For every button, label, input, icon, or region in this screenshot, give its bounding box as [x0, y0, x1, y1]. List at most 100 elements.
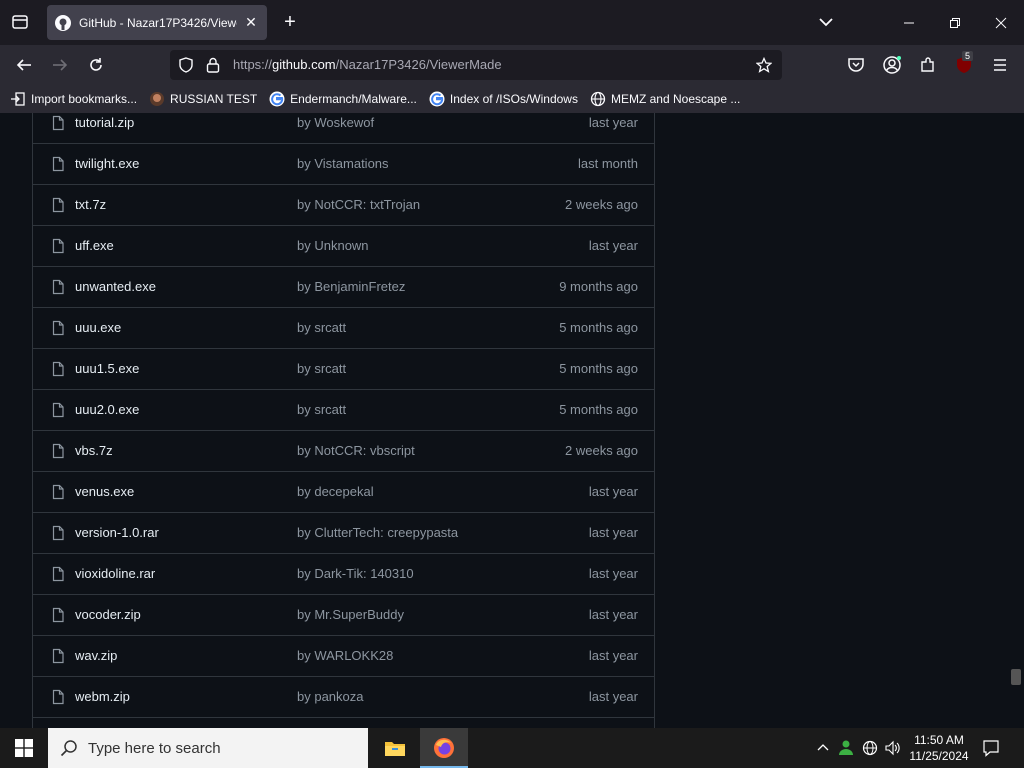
bookmark-memz[interactable]: MEMZ and Noescape ... — [590, 91, 740, 107]
forward-arrow-icon — [53, 59, 68, 71]
file-row[interactable]: wav.zip by WARLOKK28 last year — [33, 636, 654, 677]
file-row[interactable]: vioxidoline.rar by Dark-Tik: 140310 last y… — [33, 554, 654, 595]
account-icon — [883, 56, 901, 74]
commit-date: 2 weeks ago — [565, 443, 638, 458]
file-row[interactable] — [33, 718, 654, 728]
active-tab[interactable]: GitHub - Nazar17P3426/ViewerMade ✕ — [47, 5, 267, 40]
commit-message-link[interactable]: by NotCCR: vbscript — [297, 443, 415, 458]
account-button[interactable] — [880, 53, 904, 77]
restore-icon — [950, 17, 960, 28]
restore-button[interactable] — [932, 0, 978, 45]
commit-message-link[interactable]: by WARLOKK28 — [297, 648, 393, 663]
commit-message-link[interactable]: by Woskewof — [297, 115, 374, 130]
bookmark-star-icon[interactable] — [756, 57, 772, 73]
commit-message-link[interactable]: by Dark-Tik: 140310 — [297, 566, 414, 581]
file-name-link[interactable]: unwanted.exe — [75, 279, 156, 294]
file-name-link[interactable]: venus.exe — [75, 484, 134, 499]
extensions-button[interactable] — [916, 53, 940, 77]
new-tab-button[interactable]: + — [278, 10, 302, 34]
close-icon — [995, 17, 1007, 28]
file-row[interactable]: uff.exe by Unknown last year — [33, 226, 654, 267]
file-row[interactable]: uuu1.5.exe by srcatt 5 months ago — [33, 349, 654, 390]
network-tray-button[interactable] — [860, 738, 880, 758]
file-name-link[interactable]: vocoder.zip — [75, 607, 141, 622]
file-row[interactable]: webm.zip by pankoza last year — [33, 677, 654, 718]
commit-message-link[interactable]: by decepekal — [297, 484, 374, 499]
back-arrow-icon — [16, 59, 31, 71]
file-row[interactable]: twilight.exe by Vistamations last month — [33, 144, 654, 185]
network-globe-icon — [862, 740, 878, 756]
people-tray-button[interactable] — [836, 738, 856, 758]
taskbar-search-box[interactable]: Type here to search — [48, 728, 368, 768]
back-button[interactable] — [12, 53, 36, 77]
taskbar-clock[interactable]: 11:50 AM 11/25/2024 — [905, 732, 973, 764]
url-prefix: https:// — [233, 57, 273, 72]
file-name-link[interactable]: txt.7z — [75, 197, 106, 212]
commit-message-link[interactable]: by pankoza — [297, 689, 364, 704]
bookmark-endermanch[interactable]: Endermanch/Malware... — [269, 91, 417, 107]
file-row[interactable]: txt.7z by NotCCR: txtTrojan 2 weeks ago — [33, 185, 654, 226]
commit-message-link[interactable]: by srcatt — [297, 402, 346, 417]
file-name-link[interactable]: webm.zip — [75, 689, 130, 704]
close-window-button[interactable] — [978, 0, 1024, 45]
file-name-link[interactable]: wav.zip — [75, 648, 117, 663]
file-row[interactable]: venus.exe by decepekal last year — [33, 472, 654, 513]
volume-tray-button[interactable] — [883, 738, 903, 758]
scroll-thumb[interactable] — [1011, 669, 1021, 685]
commit-message-link[interactable]: by BenjaminFretez — [297, 279, 405, 294]
show-hidden-icons-button[interactable] — [813, 738, 833, 758]
file-name-link[interactable]: twilight.exe — [75, 156, 139, 171]
file-row[interactable]: vocoder.zip by Mr.SuperBuddy last year — [33, 595, 654, 636]
commit-message-link[interactable]: by ClutterTech: creepypasta — [297, 525, 458, 540]
firefox-taskbar-button[interactable] — [420, 728, 468, 768]
list-all-tabs-button[interactable] — [814, 10, 838, 34]
minimize-button[interactable] — [886, 0, 932, 45]
clock-time: 11:50 AM — [914, 733, 964, 747]
file-name-link[interactable]: vioxidoline.rar — [75, 566, 155, 581]
file-icon — [52, 115, 64, 131]
firefox-view-button[interactable] — [8, 10, 32, 34]
pocket-button[interactable] — [844, 53, 868, 77]
bookmark-index-isos[interactable]: Index of /ISOs/Windows — [429, 91, 578, 107]
file-name-link[interactable]: tutorial.zip — [75, 115, 134, 130]
file-row[interactable]: unwanted.exe by BenjaminFretez 9 months ag… — [33, 267, 654, 308]
file-row[interactable]: version-1.0.rar by ClutterTech: creepypas… — [33, 513, 654, 554]
close-tab-icon[interactable]: ✕ — [243, 14, 259, 31]
commit-date: last year — [588, 484, 638, 499]
menu-button[interactable] — [988, 53, 1012, 77]
action-center-button[interactable] — [981, 738, 1001, 758]
bookmark-label: RUSSIAN TEST — [170, 92, 258, 106]
shield-icon[interactable] — [178, 57, 194, 73]
bookmark-russian-test[interactable]: RUSSIAN TEST — [149, 91, 257, 107]
commit-message-link[interactable]: by Unknown — [297, 238, 369, 253]
page-scrollbar[interactable] — [1008, 113, 1024, 728]
file-row[interactable]: tutorial.zip by Woskewof last year — [33, 113, 654, 144]
search-icon — [60, 740, 77, 757]
file-icon — [52, 648, 64, 664]
file-name-link[interactable]: vbs.7z — [75, 443, 113, 458]
reload-button[interactable] — [84, 53, 108, 77]
file-row[interactable]: uuu.exe by srcatt 5 months ago — [33, 308, 654, 349]
commit-message-link[interactable]: by Mr.SuperBuddy — [297, 607, 404, 622]
commit-message-link[interactable]: by srcatt — [297, 320, 346, 335]
file-name-link[interactable]: uff.exe — [75, 238, 114, 253]
file-name-link[interactable]: uuu2.0.exe — [75, 402, 139, 417]
file-name-link[interactable]: uuu1.5.exe — [75, 361, 139, 376]
commit-message-link[interactable]: by NotCCR: txtTrojan — [297, 197, 420, 212]
commit-message-link[interactable]: by srcatt — [297, 361, 346, 376]
file-name-link[interactable]: uuu.exe — [75, 320, 121, 335]
file-name-link[interactable]: version-1.0.rar — [75, 525, 159, 540]
start-button[interactable] — [0, 728, 48, 768]
file-row[interactable]: vbs.7z by NotCCR: vbscript 2 weeks ago — [33, 431, 654, 472]
bookmarks-toolbar: Import bookmarks... RUSSIAN TEST Enderma… — [0, 85, 1024, 113]
forward-button[interactable] — [48, 53, 72, 77]
commit-message-link[interactable]: by Vistamations — [297, 156, 389, 171]
file-explorer-button[interactable] — [371, 728, 419, 768]
people-icon — [839, 740, 853, 755]
file-row[interactable]: uuu2.0.exe by srcatt 5 months ago — [33, 390, 654, 431]
hamburger-menu-icon — [994, 59, 1006, 71]
bookmark-import[interactable]: Import bookmarks... — [10, 91, 137, 107]
url-text: https://github.com/Nazar17P3426/ViewerMa… — [233, 57, 502, 72]
url-bar[interactable]: https://github.com/Nazar17P3426/ViewerMa… — [170, 50, 782, 80]
lock-icon[interactable] — [206, 57, 220, 73]
